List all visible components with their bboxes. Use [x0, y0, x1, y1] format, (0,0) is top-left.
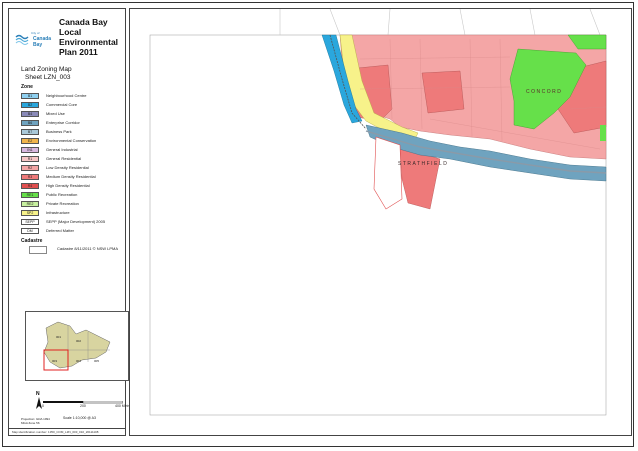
zone-legend-row: R4 High Density Residential — [21, 182, 125, 191]
zone-label: Commercial Core — [46, 102, 78, 107]
zone-legend-row: B1 Neighbourhood Centre — [21, 92, 125, 101]
zone-swatch: SEPP — [21, 219, 39, 225]
zone-legend-row: R3 Medium Density Residential — [21, 173, 125, 182]
zone-legend-row: B7 Business Park — [21, 128, 125, 137]
map-identification-number: Map identification number: 1350_COM_LZN_… — [12, 430, 99, 434]
zone-legend-row: B4 Mixed Use — [21, 110, 125, 119]
zone-swatch: B6 — [21, 120, 39, 126]
context-streets — [279, 9, 601, 36]
scale-ratio: Scale 1:10,000 @ A3 — [63, 416, 96, 420]
zone-legend-row: RE2 Private Recreation — [21, 200, 125, 209]
scale-and-north: N 0 200 400 Metres Scale 1:10,000 @ A3 P… — [21, 389, 133, 429]
zone-heading: Zone — [21, 84, 33, 90]
zone-label: SEPP (Major Development) 2005 — [46, 219, 106, 224]
plan-title-line-3: Plan 2011 — [59, 47, 98, 57]
zone-legend-row: R1 General Residential — [21, 155, 125, 164]
key-map-graphic: 001 002 003 004 005 — [43, 321, 111, 371]
projection-note: Projection: GDA 1994 MGA Zone 56 — [21, 417, 50, 425]
zone-label: Environmental Conservation — [46, 138, 97, 143]
cadastre-heading: Cadastre — [21, 238, 43, 244]
zone-label: Infrastructure — [46, 210, 70, 215]
zone-swatch: R4 — [21, 183, 39, 189]
zone-legend-row: SP2 Infrastructure — [21, 209, 125, 218]
cadastre-swatch — [29, 246, 47, 254]
projection-line-2: MGA Zone 56 — [21, 421, 40, 425]
zone-re1-small-2 — [600, 125, 606, 141]
zone-label: Neighbourhood Centre — [46, 93, 87, 98]
waves-icon — [15, 34, 29, 45]
council-name: Canada Bay — [33, 36, 52, 48]
sheet-name: Sheet LZN_003 — [25, 74, 71, 81]
zone-label: Business Park — [46, 129, 72, 134]
plan-title: Canada Bay Local Environmental Plan 2011 — [59, 17, 125, 57]
zone-label: High Density Residential — [46, 183, 90, 188]
zone-legend-row: RE1 Public Recreation — [21, 191, 125, 200]
zone-label: General Residential — [46, 156, 82, 161]
zone-swatch: RE1 — [21, 192, 39, 198]
zone-swatch: B2 — [21, 102, 39, 108]
zone-swatch: B1 — [21, 93, 39, 99]
scale-tick-mid: 200 — [80, 404, 86, 408]
key-sheet-004: 004 — [76, 359, 81, 363]
zone-label: Private Recreation — [46, 201, 79, 206]
zone-swatch: DM — [21, 228, 39, 234]
zone-swatch: B4 — [21, 111, 39, 117]
zone-legend-row: B6 Enterprise Corridor — [21, 119, 125, 128]
zone-swatch: R3 — [21, 174, 39, 180]
map-name: Land Zoning Map — [21, 66, 72, 73]
zone-legend-row: B2 Commercial Core — [21, 101, 125, 110]
zoning-map: CONCORD STRATHFIELD — [149, 9, 607, 416]
map-panel: CONCORD STRATHFIELD — [129, 8, 632, 436]
zone-label: Mixed Use — [46, 111, 65, 116]
footer-bar: Map identification number: 1350_COM_LZN_… — [8, 428, 126, 436]
suburb-label-concord: CONCORD — [526, 89, 562, 95]
zone-swatch: IN1 — [21, 147, 39, 153]
zone-legend-row: IN1 General Industrial — [21, 146, 125, 155]
cadastre-label: Cadastre 8/11/2011 © NSW LPMA — [57, 246, 119, 251]
key-sheet-001: 001 — [56, 335, 61, 339]
council-logo: City of Canada Bay — [15, 29, 59, 49]
key-sheet-003: 003 — [52, 359, 57, 363]
zone-label: Public Recreation — [46, 192, 78, 197]
zone-swatch: B7 — [21, 129, 39, 135]
zone-legend-row: DM Deferred Matter — [21, 227, 125, 236]
plan-title-line-1: Canada Bay Local — [59, 17, 108, 37]
zone-swatch: SP2 — [21, 210, 39, 216]
zone-legend-row: E2 Environmental Conservation — [21, 137, 125, 146]
zone-label: Deferred Matter — [46, 228, 75, 233]
zone-legend-row: R2 Low Density Residential — [21, 164, 125, 173]
zone-swatch: R1 — [21, 156, 39, 162]
scale-tick-0: 0 — [42, 404, 44, 408]
zone-legend-list: B1 Neighbourhood Centre B2 Commercial Core B… — [21, 92, 125, 236]
zone-r3-area-2 — [421, 70, 465, 114]
suburb-label-strathfield: STRATHFIELD — [398, 161, 448, 167]
key-sheet-005: 005 — [94, 359, 99, 363]
zone-swatch: RE2 — [21, 201, 39, 207]
zone-swatch: R2 — [21, 165, 39, 171]
zone-swatch: E2 — [21, 138, 39, 144]
key-map: 001 002 003 004 005 — [25, 311, 129, 381]
plan-title-line-2: Environmental — [59, 37, 119, 47]
legend-panel: City of Canada Bay Canada Bay Local Envi… — [8, 8, 133, 436]
zone-legend-row: SEPP SEPP (Major Development) 2005 — [21, 218, 125, 227]
council-prefix: City of — [31, 31, 40, 35]
zone-label: General Industrial — [46, 147, 78, 152]
zone-label: Low Density Residential — [46, 165, 89, 170]
zone-label: Medium Density Residential — [46, 174, 96, 179]
zone-label: Enterprise Corridor — [46, 120, 80, 125]
key-sheet-002: 002 — [76, 339, 81, 343]
